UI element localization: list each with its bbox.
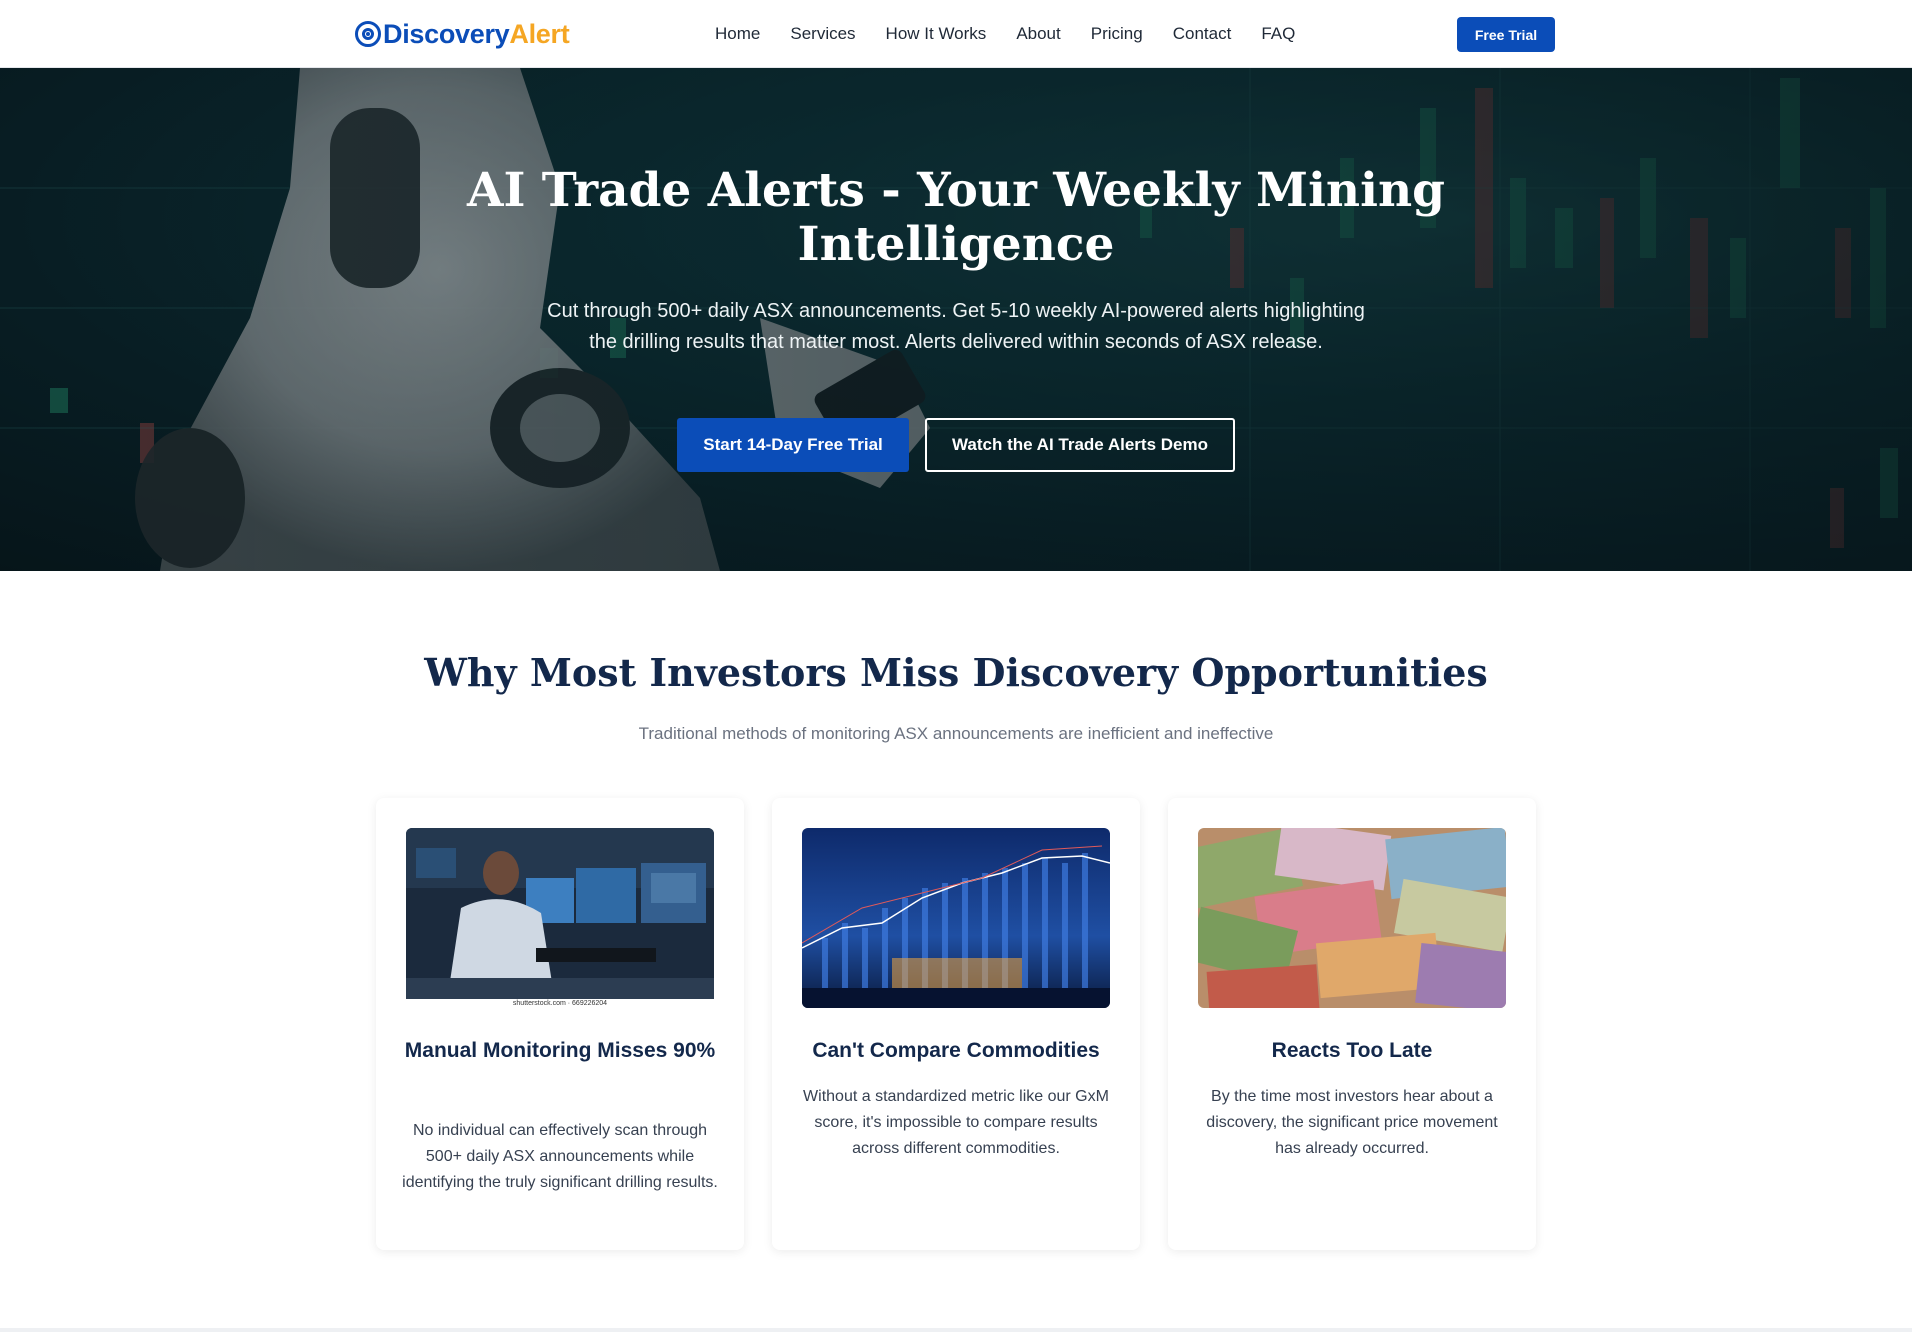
top-navbar: Discovery Alert Home Services How It Work… [0,0,1912,68]
nav-link-about[interactable]: About [1016,24,1060,44]
card-text: No individual can effectively scan throu… [402,1122,718,1191]
logo[interactable]: Discovery Alert [355,17,570,51]
nav-link-how-it-works[interactable]: How It Works [886,24,987,44]
hero-title: AI Trade Alerts - Your Weekly Mining Int… [466,163,1445,272]
card-reacts-too-late: Reacts Too Late By the time most investo… [1168,798,1536,1250]
hero-section: AI Trade Alerts - Your Weekly Mining Int… [0,68,1912,571]
free-trial-button[interactable]: Free Trial [1457,17,1555,52]
market-chart-city-image [802,828,1110,1008]
section-subtitle: Traditional methods of monitoring ASX an… [638,724,1274,743]
section-title: Why Most Investors Miss Discovery Opport… [424,650,1488,695]
card-text: Without a standardized metric like our G… [803,1088,1109,1157]
logo-text-alert: Alert [509,18,570,49]
watch-demo-button[interactable]: Watch the AI Trade Alerts Demo [925,418,1235,472]
hero-subtitle: Cut through 500+ daily ASX announcements… [547,300,1365,353]
card-manual-monitoring: shutterstock.com · 669226204 Manual Moni… [376,798,744,1250]
target-icon [355,21,381,47]
main-menu: Home Services How It Works About Pricing… [715,0,1295,68]
trader-at-monitors-image [406,828,714,1008]
nav-link-pricing[interactable]: Pricing [1091,24,1143,44]
nav-link-faq[interactable]: FAQ [1261,24,1295,44]
card-text: By the time most investors hear about a … [1206,1088,1498,1157]
banknotes-image [1198,828,1506,1008]
card-title: Manual Monitoring Misses 90% [404,1039,716,1062]
nav-link-contact[interactable]: Contact [1173,24,1232,44]
start-free-trial-button[interactable]: Start 14-Day Free Trial [677,418,909,472]
section-divider [0,1328,1912,1332]
logo-text-discovery: Discovery [383,18,510,49]
image-credit: shutterstock.com · 669226204 [406,999,714,1008]
nav-link-services[interactable]: Services [790,24,855,44]
nav-link-home[interactable]: Home [715,24,760,44]
card-compare-commodities: Can't Compare Commodities Without a stan… [772,798,1140,1250]
card-title: Can't Compare Commodities [812,1039,1100,1062]
card-title: Reacts Too Late [1271,1039,1433,1062]
